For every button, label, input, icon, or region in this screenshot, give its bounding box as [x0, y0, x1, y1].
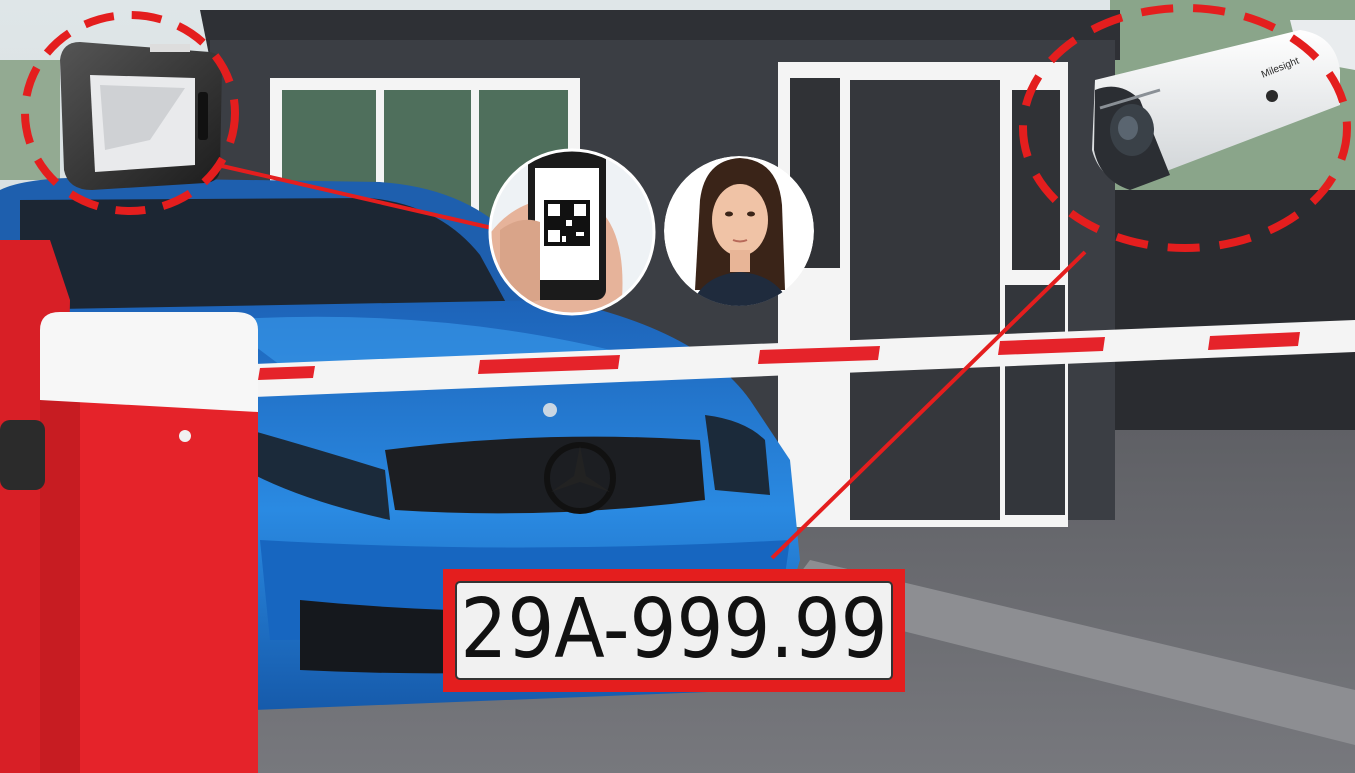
back-wall [1110, 190, 1355, 450]
license-plate-number: 29A-999.99 [460, 582, 888, 677]
booth-door [850, 80, 1000, 520]
parking-entrance-scene: 29A-999.99 Milesight [0, 0, 1355, 773]
barcode-scanner-icon [60, 42, 222, 190]
barrier-post-cap [40, 312, 258, 412]
car-hood-emblem [543, 403, 557, 417]
